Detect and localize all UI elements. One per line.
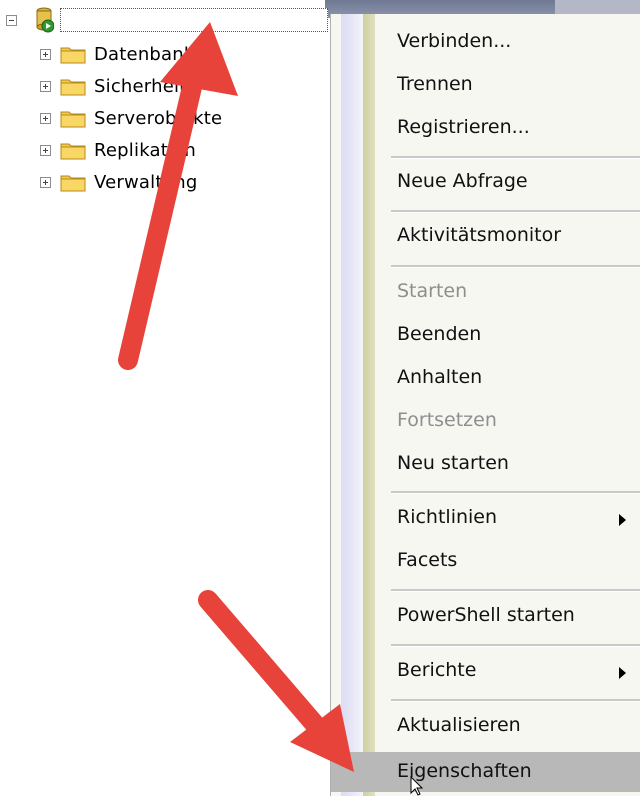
object-explorer-tree: Datenbanken Sicherheit Serverobjekte Rep… bbox=[0, 0, 330, 230]
tree-node-label: Serverobjekte bbox=[94, 107, 223, 129]
menu-item-richtlinien[interactable]: Richtlinien bbox=[397, 506, 497, 528]
tree-node-verwaltung[interactable]: Verwaltung bbox=[40, 170, 197, 194]
folder-icon bbox=[60, 175, 86, 192]
menu-item-trennen[interactable]: Trennen bbox=[397, 73, 473, 95]
menu-item-verbinden[interactable]: Verbinden... bbox=[397, 30, 511, 52]
tree-node-label: Sicherheit bbox=[94, 75, 187, 97]
context-menu: Verbinden... Trennen Registrieren... Neu… bbox=[330, 14, 640, 796]
folder-icon bbox=[60, 111, 86, 128]
menu-gutter bbox=[341, 14, 363, 796]
expand-icon[interactable] bbox=[40, 48, 51, 60]
server-name-selected[interactable] bbox=[60, 8, 328, 32]
folder-icon bbox=[60, 79, 86, 96]
menu-separator bbox=[391, 210, 640, 213]
tree-node-sicherheit[interactable]: Sicherheit bbox=[40, 74, 186, 98]
menu-item-fortsetzen: Fortsetzen bbox=[397, 409, 497, 431]
expand-icon[interactable] bbox=[40, 80, 51, 92]
menu-item-starten: Starten bbox=[397, 280, 468, 302]
menu-item-berichte[interactable]: Berichte bbox=[397, 659, 476, 681]
menu-item-powershell-starten[interactable]: PowerShell starten bbox=[397, 604, 575, 626]
folder-icon bbox=[60, 47, 86, 64]
server-running-icon bbox=[36, 7, 54, 33]
tree-node-datenbanken[interactable]: Datenbanken bbox=[40, 42, 217, 66]
menu-separator bbox=[391, 589, 640, 592]
expand-icon[interactable] bbox=[40, 144, 51, 156]
menu-item-neue-abfrage[interactable]: Neue Abfrage bbox=[397, 170, 528, 192]
collapse-toggle[interactable] bbox=[6, 15, 17, 26]
tree-node-label: Verwaltung bbox=[94, 171, 198, 193]
menu-item-facets[interactable]: Facets bbox=[397, 549, 457, 571]
menu-separator bbox=[391, 156, 640, 159]
chevron-right-icon bbox=[619, 667, 626, 679]
menu-item-anhalten[interactable]: Anhalten bbox=[397, 366, 482, 388]
menu-item-neu-starten[interactable]: Neu starten bbox=[397, 452, 509, 474]
menu-gutter-line bbox=[363, 14, 375, 796]
menu-item-aktualisieren[interactable]: Aktualisieren bbox=[397, 714, 521, 736]
menu-separator bbox=[391, 699, 640, 702]
folder-icon bbox=[60, 143, 86, 160]
chevron-right-icon bbox=[619, 514, 626, 526]
menu-item-registrieren[interactable]: Registrieren... bbox=[397, 116, 530, 138]
tree-node-serverobjekte[interactable]: Serverobjekte bbox=[40, 106, 222, 130]
menu-separator bbox=[391, 644, 640, 647]
menu-separator bbox=[391, 265, 640, 268]
menu-item-aktivitaetsmonitor[interactable]: Aktivitätsmonitor bbox=[397, 224, 561, 246]
tree-node-replikation[interactable]: Replikation bbox=[40, 138, 196, 162]
tree-node-label: Datenbanken bbox=[94, 43, 217, 65]
expand-icon[interactable] bbox=[40, 176, 51, 188]
mouse-cursor-icon bbox=[410, 776, 424, 796]
menu-separator bbox=[391, 491, 640, 494]
menu-item-beenden[interactable]: Beenden bbox=[397, 323, 481, 345]
expand-icon[interactable] bbox=[40, 112, 51, 124]
tree-node-label: Replikation bbox=[94, 139, 197, 161]
